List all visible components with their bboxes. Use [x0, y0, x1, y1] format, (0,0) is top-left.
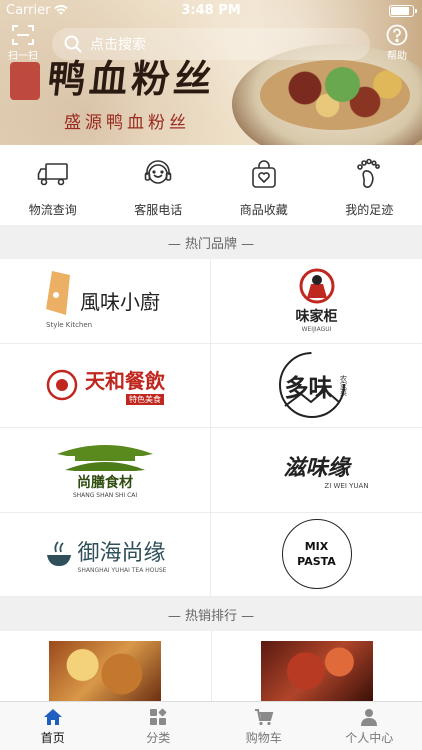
brand-name: 滋味缘 — [283, 454, 350, 481]
battery-level — [391, 7, 409, 15]
truck-icon — [36, 157, 70, 191]
banner-subtitle: 盛源鸭血粉丝 — [64, 113, 190, 133]
quick-entry-logistics[interactable]: 物流查询 — [0, 145, 106, 225]
brand-name: 多味 — [284, 372, 333, 402]
tab-label: 首页 — [40, 731, 65, 745]
brand-name: 味家柜 — [295, 309, 338, 326]
brand-subtitle: 农家菜 — [339, 374, 348, 396]
tab-bar: 首页 分类 购物车 个人中心 — [0, 701, 422, 750]
hot-sale-item[interactable] — [212, 631, 422, 701]
brand-card[interactable]: 滋味缘 ZI WEI YUAN — [211, 428, 422, 513]
help-label: 帮助 — [387, 51, 407, 62]
clock: 3:48 PM — [181, 3, 241, 18]
brand-name: 風味小廚 — [80, 290, 160, 315]
brand-logo — [46, 370, 78, 401]
tab-home[interactable]: 首页 — [0, 702, 106, 750]
brand-subtitle: WEIJIAGUI — [301, 326, 332, 334]
quick-entry-service[interactable]: 客服电话 — [106, 145, 212, 225]
brand-name: MIX PASTA — [297, 540, 336, 569]
bowl-food — [260, 60, 410, 130]
battery-icon — [389, 5, 417, 17]
brand-card[interactable]: 多味 农家菜 — [211, 344, 422, 428]
brand-card[interactable]: MIX PASTA — [211, 513, 422, 597]
brand-logo: MIX PASTA — [281, 519, 352, 590]
hot-brands-grid: 風味小廚 Style Kitchen 味家柜 WEIJIAGUI 天和餐飲 特色… — [0, 259, 422, 597]
search-placeholder: 点击搜索 — [90, 37, 146, 53]
brand-card[interactable]: 天和餐飲 特色美食 — [0, 343, 211, 428]
hot-sales-list — [0, 631, 422, 701]
quick-entry-favorites[interactable]: 商品收藏 — [211, 145, 317, 225]
footprint-icon — [352, 157, 386, 191]
hot-sale-item[interactable] — [0, 631, 212, 701]
category-icon — [150, 708, 167, 725]
hot-brands-title: — 热门品牌 — — [0, 225, 422, 259]
help-button[interactable]: 帮助 — [380, 24, 414, 64]
quick-entry-bar: 物流查询 客服电话 商品收藏 我的足迹 — [0, 145, 422, 225]
favorite-bag-icon — [247, 157, 281, 191]
tab-label: 购物车 — [245, 731, 282, 745]
search-icon — [64, 35, 82, 53]
brand-name: 尚膳食材 — [77, 475, 133, 492]
hot-sales-title: — 热销排行 — — [0, 597, 422, 631]
status-bar: Carrier 3:48 PM — [0, 0, 422, 22]
brand-subtitle: SHANGHAI YUHAI TEA HOUSE — [77, 566, 167, 574]
quick-entry-label: 我的足迹 — [345, 203, 394, 217]
brand-card[interactable]: 味家柜 WEIJIAGUI — [211, 259, 422, 344]
brand-subtitle: Style Kitchen — [46, 321, 93, 329]
brand-logo — [46, 541, 71, 567]
banner-seal — [10, 62, 40, 100]
search-input[interactable]: 点击搜索 — [52, 28, 370, 60]
product-image — [49, 641, 162, 701]
quick-entry-label: 客服电话 — [134, 203, 183, 217]
brand-card[interactable]: 御海尚缘 SHANGHAI YUHAI TEA HOUSE — [0, 512, 211, 597]
quick-entry-footprint[interactable]: 我的足迹 — [317, 145, 422, 225]
brand-logo — [57, 445, 153, 472]
app-screen: 鸭血粉丝 盛源鸭血粉丝 Carrier 3:48 PM 扫一扫 点击搜索 帮助 — [0, 0, 422, 750]
brand-logo — [46, 271, 70, 315]
tab-label: 分类 — [146, 731, 171, 745]
brand-name: 御海尚缘 — [77, 540, 166, 566]
brand-card[interactable]: 尚膳食材 SHANG SHAN SHI CAI — [0, 428, 211, 513]
brand-subtitle: 特色美食 — [126, 394, 164, 406]
tab-category[interactable]: 分类 — [106, 702, 212, 750]
help-icon — [386, 24, 408, 46]
brand-subtitle: ZI WEI YUAN — [324, 481, 369, 490]
quick-entry-label: 物流查询 — [28, 203, 77, 217]
home-icon — [43, 709, 62, 725]
quick-entry-label: 商品收藏 — [239, 203, 288, 217]
tab-label: 个人中心 — [345, 731, 394, 745]
cart-icon — [254, 709, 274, 726]
brand-card[interactable]: 風味小廚 Style Kitchen — [0, 259, 211, 344]
scan-label: 扫一扫 — [8, 51, 38, 62]
brand-logo — [299, 268, 334, 304]
product-image — [260, 641, 373, 701]
tab-cart[interactable]: 购物车 — [211, 702, 317, 750]
brand-subtitle: SHANG SHAN SHI CAI — [72, 492, 138, 500]
headset-icon — [141, 157, 175, 191]
scan-icon — [12, 25, 34, 45]
top-actions: 扫一扫 点击搜索 帮助 — [0, 22, 422, 66]
scan-button[interactable]: 扫一扫 — [6, 24, 40, 64]
brand-name: 天和餐飲 — [85, 369, 165, 394]
tab-profile[interactable]: 个人中心 — [317, 702, 422, 750]
user-icon — [361, 709, 378, 726]
